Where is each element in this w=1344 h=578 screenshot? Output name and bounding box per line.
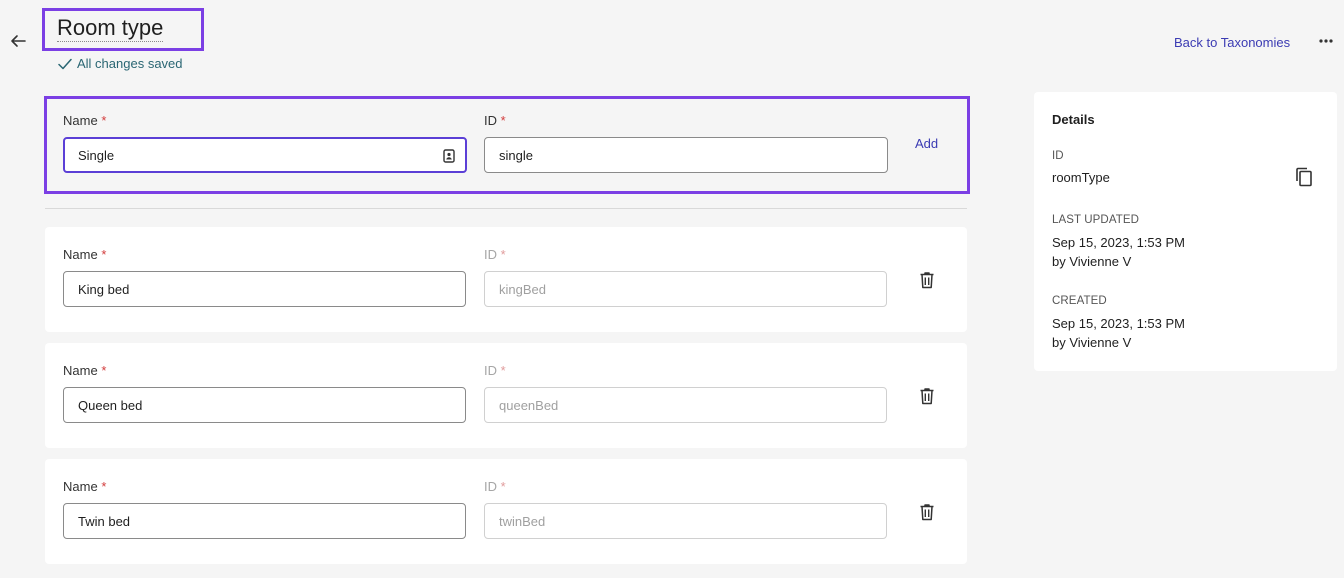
id-label: ID *: [484, 113, 506, 128]
trash-icon[interactable]: [919, 503, 935, 521]
created-date: Sep 15, 2023, 1:53 PM: [1052, 316, 1185, 331]
arrow-left-icon: [11, 35, 26, 47]
new-id-value: single: [499, 147, 533, 163]
id-label: ID *: [484, 363, 506, 378]
last-updated-label: LAST UPDATED: [1052, 214, 1140, 226]
divider: [45, 208, 967, 209]
id-label: ID: [1052, 150, 1064, 162]
name-value: Queen bed: [78, 397, 143, 413]
name-value: King bed: [78, 281, 130, 297]
copy-icon[interactable]: [1295, 167, 1313, 187]
back-to-taxonomies-link[interactable]: Back to Taxonomies: [1174, 35, 1290, 50]
more-horizontal-icon: [1319, 39, 1333, 43]
created-by: by Vivienne V: [1052, 335, 1132, 350]
title-highlight: Room type: [42, 8, 204, 51]
name-label: Name *: [63, 113, 107, 128]
add-button[interactable]: Add: [915, 136, 938, 151]
name-input[interactable]: Twin bed: [63, 503, 466, 539]
new-name-input[interactable]: Single: [63, 137, 467, 173]
id-value: roomType: [1052, 170, 1110, 185]
contact-card-icon[interactable]: [443, 149, 455, 163]
page-title[interactable]: Room type: [57, 15, 164, 42]
new-name-value: Single: [78, 147, 115, 163]
name-label: Name *: [63, 363, 107, 378]
name-input[interactable]: Queen bed: [63, 387, 466, 423]
term-card: Name * Twin bed ID * twinBed: [45, 459, 967, 564]
term-card: Name * King bed ID * kingBed: [45, 227, 967, 332]
last-updated-by: by Vivienne V: [1052, 254, 1132, 269]
name-label: Name *: [63, 479, 107, 494]
last-updated-date: Sep 15, 2023, 1:53 PM: [1052, 235, 1185, 250]
id-value: twinBed: [499, 513, 546, 529]
trash-icon[interactable]: [919, 271, 935, 289]
id-value: kingBed: [499, 281, 546, 297]
details-title: Details: [1052, 112, 1095, 127]
id-value: queenBed: [499, 397, 559, 413]
save-status-text: All changes saved: [77, 56, 183, 71]
id-input: twinBed: [484, 503, 887, 539]
id-label: ID *: [484, 247, 506, 262]
new-id-input[interactable]: single: [484, 137, 888, 173]
details-panel: Details ID roomType LAST UPDATED Sep 15,…: [1034, 92, 1337, 371]
back-button[interactable]: [8, 31, 28, 51]
check-icon: [58, 58, 72, 69]
trash-icon[interactable]: [919, 387, 935, 405]
id-label: ID *: [484, 479, 506, 494]
more-options-button[interactable]: [1315, 30, 1337, 52]
name-label: Name *: [63, 247, 107, 262]
term-card: Name * Queen bed ID * queenBed: [45, 343, 967, 448]
id-input: queenBed: [484, 387, 887, 423]
id-input: kingBed: [484, 271, 887, 307]
created-label: CREATED: [1052, 295, 1107, 307]
name-input[interactable]: King bed: [63, 271, 466, 307]
save-status: All changes saved: [58, 56, 183, 71]
new-term-row: Name * Single ID * single Add: [44, 96, 970, 194]
name-value: Twin bed: [78, 513, 131, 529]
